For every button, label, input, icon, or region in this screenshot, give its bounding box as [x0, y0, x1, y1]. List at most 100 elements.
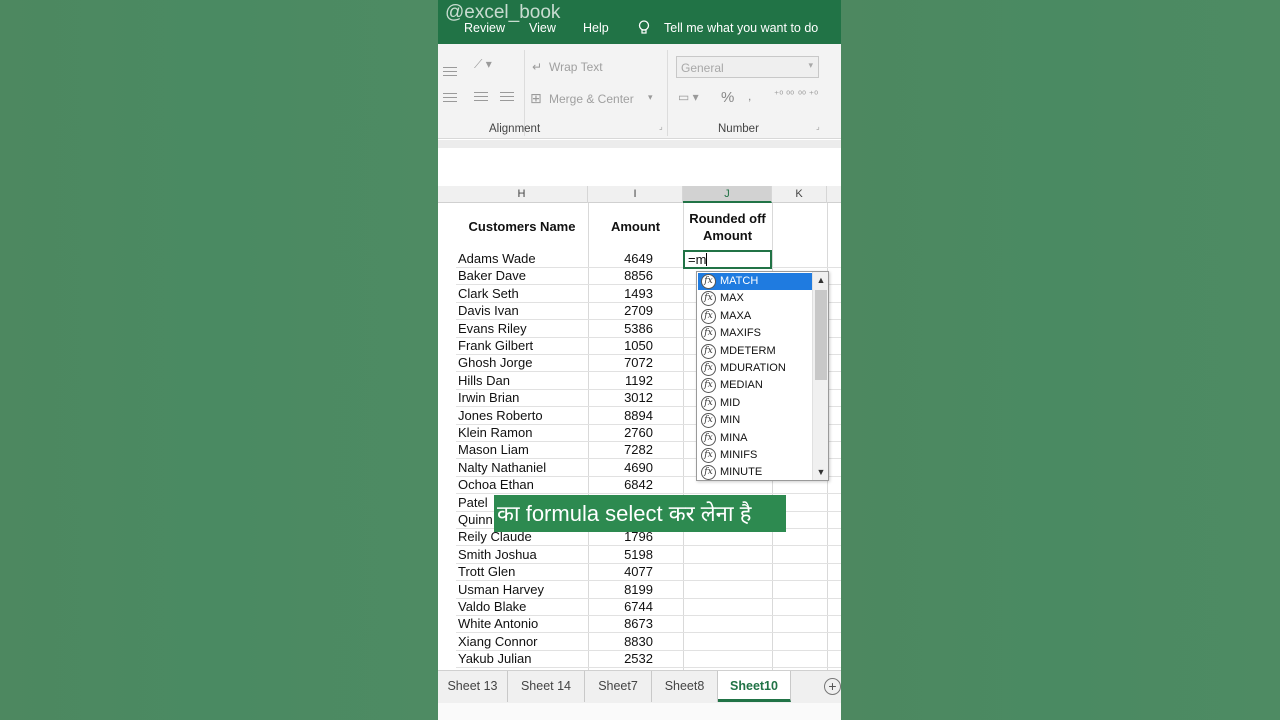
autocomplete-item[interactable]: fx MIN [698, 412, 812, 429]
amount-cell[interactable]: 8894 [591, 407, 653, 424]
customer-name-cell[interactable]: Trott Glen [458, 563, 515, 580]
customer-name-cell[interactable]: Quinn [458, 511, 493, 528]
scroll-thumb[interactable] [815, 290, 827, 380]
customer-name-cell[interactable]: Adams Wade [458, 250, 536, 267]
increase-decimal-icon[interactable]: ⁺⁰ ⁰⁰ [774, 90, 794, 101]
scroll-down-icon[interactable]: ▼ [813, 464, 829, 480]
orientation-icon[interactable]: ⟋ ▾ [474, 57, 492, 72]
customer-name-cell[interactable]: Klein Ramon [458, 424, 532, 441]
amount-cell[interactable]: 8856 [591, 267, 653, 284]
amount-cell[interactable]: 2709 [591, 302, 653, 319]
customer-name-cell[interactable]: Ochoa Ethan [458, 476, 534, 493]
amount-cell[interactable]: 1493 [591, 285, 653, 302]
sheet-tab-active[interactable]: Sheet10 [718, 671, 791, 702]
amount-cell[interactable]: 4649 [591, 250, 653, 267]
header-rounded-line1: Rounded off [689, 210, 766, 226]
comma-style-button[interactable]: , [748, 89, 751, 103]
autocomplete-item[interactable]: fx MINUTE [698, 464, 812, 481]
merge-center-button[interactable]: Merge & Center [549, 92, 634, 106]
customer-name-cell[interactable]: Clark Seth [458, 285, 519, 302]
autocomplete-item[interactable]: fx MEDIAN [698, 377, 812, 394]
column-header-h[interactable]: H [456, 186, 588, 203]
customer-name-cell[interactable]: Evans Riley [458, 320, 527, 337]
customer-name-cell[interactable]: White Antonio [458, 615, 538, 632]
autocomplete-item[interactable]: fx MID [698, 395, 812, 412]
amount-cell[interactable]: 4077 [591, 563, 653, 580]
align-left-icon[interactable] [443, 93, 457, 105]
merge-dropdown-icon[interactable]: ▾ [648, 92, 653, 103]
scroll-up-icon[interactable]: ▲ [813, 272, 829, 288]
amount-cell[interactable]: 5198 [591, 546, 653, 563]
wrap-text-icon[interactable]: ↵ [532, 60, 542, 74]
autocomplete-item[interactable]: fx MAXIFS [698, 325, 812, 342]
active-cell-j[interactable]: =m [683, 250, 772, 269]
autocomplete-item[interactable]: fx MINIFS [698, 447, 812, 464]
customer-name-cell[interactable]: Davis Ivan [458, 302, 519, 319]
autocomplete-item[interactable]: fx MINA [698, 430, 812, 447]
tell-me-search[interactable]: Tell me what you want to do [664, 21, 818, 35]
function-autocomplete-list[interactable]: fx MATCH fx MAX fx MAXA fx MAXIFS fx MDETERM fx MDU… [696, 271, 829, 481]
number-format-select[interactable]: General ▾ [676, 56, 819, 78]
amount-cell[interactable]: 1192 [591, 372, 653, 389]
alignment-launcher-icon[interactable]: ⌟ [659, 122, 663, 131]
number-launcher-icon[interactable]: ⌟ [816, 122, 820, 131]
amount-cell[interactable]: 1050 [591, 337, 653, 354]
customer-name-cell[interactable]: Baker Dave [458, 267, 526, 284]
decrease-indent-icon[interactable] [474, 92, 488, 104]
amount-cell[interactable]: 8830 [591, 633, 653, 650]
amount-cell[interactable]: 2760 [591, 424, 653, 441]
autocomplete-item[interactable]: fx MAX [698, 290, 812, 307]
add-sheet-button[interactable]: + [824, 678, 841, 695]
amount-cell[interactable]: 7282 [591, 441, 653, 458]
customer-name-cell[interactable]: Jones Roberto [458, 407, 543, 424]
customer-name-cell[interactable]: Xiang Connor [458, 633, 538, 650]
customer-name-cell[interactable]: Frank Gilbert [458, 337, 533, 354]
customer-name-cell[interactable]: Smith Joshua [458, 546, 537, 563]
menu-review[interactable]: Review [464, 21, 505, 35]
autocomplete-scrollbar[interactable]: ▲ ▼ [812, 272, 828, 480]
autocomplete-item[interactable]: fx MDETERM [698, 343, 812, 360]
amount-cell[interactable]: 5386 [591, 320, 653, 337]
sheet-tab[interactable]: Sheet 13 [438, 671, 508, 702]
decrease-decimal-icon[interactable]: ⁰⁰ ⁺⁰ [798, 90, 818, 101]
customer-name-cell[interactable]: Usman Harvey [458, 581, 544, 598]
header-customers-name[interactable]: Customers Name [456, 203, 588, 250]
autocomplete-item[interactable]: fx MDURATION [698, 360, 812, 377]
wrap-text-button[interactable]: Wrap Text [549, 60, 603, 74]
sheet-tab[interactable]: Sheet8 [652, 671, 718, 702]
amount-cell[interactable]: 6744 [591, 598, 653, 615]
amount-cell[interactable]: 4690 [591, 459, 653, 476]
customer-name-cell[interactable]: Mason Liam [458, 441, 529, 458]
customer-name-cell[interactable]: Hills Dan [458, 372, 510, 389]
menu-view[interactable]: View [529, 21, 556, 35]
customer-name-cell[interactable]: Yakub Julian [458, 650, 531, 667]
amount-cell[interactable]: 2532 [591, 650, 653, 667]
column-header-k[interactable]: K [772, 186, 827, 203]
menu-help[interactable]: Help [583, 21, 609, 35]
amount-cell[interactable]: 7072 [591, 354, 653, 371]
header-amount[interactable]: Amount [588, 203, 683, 250]
align-top-icon[interactable] [443, 67, 457, 79]
sheet-tab[interactable]: Sheet7 [585, 671, 652, 702]
merge-center-icon[interactable]: ⊞ [530, 90, 542, 107]
autocomplete-item[interactable]: fx MAXA [698, 308, 812, 325]
customer-name-cell[interactable]: Patel [458, 494, 488, 511]
customer-name-cell[interactable]: Irwin Brian [458, 389, 519, 406]
lightbulb-icon[interactable] [638, 20, 650, 35]
column-header-j[interactable]: J [683, 186, 772, 203]
percent-style-button[interactable]: % [721, 89, 734, 106]
customer-name-cell[interactable]: Nalty Nathaniel [458, 459, 546, 476]
amount-cell[interactable]: 3012 [591, 389, 653, 406]
increase-indent-icon[interactable] [500, 92, 514, 104]
amount-cell[interactable]: 8673 [591, 615, 653, 632]
amount-cell[interactable]: 8199 [591, 581, 653, 598]
sheet-tab[interactable]: Sheet 14 [508, 671, 585, 702]
amount-cell[interactable]: 6842 [591, 476, 653, 493]
function-name: MATCH [720, 275, 759, 287]
autocomplete-item[interactable]: fx MATCH [698, 273, 812, 291]
customer-name-cell[interactable]: Valdo Blake [458, 598, 526, 615]
header-rounded-off-amount[interactable]: Rounded off Amount [683, 203, 772, 250]
accounting-format-icon[interactable]: ▭ ▾ [678, 90, 699, 104]
column-header-i[interactable]: I [588, 186, 683, 203]
customer-name-cell[interactable]: Ghosh Jorge [458, 354, 532, 371]
